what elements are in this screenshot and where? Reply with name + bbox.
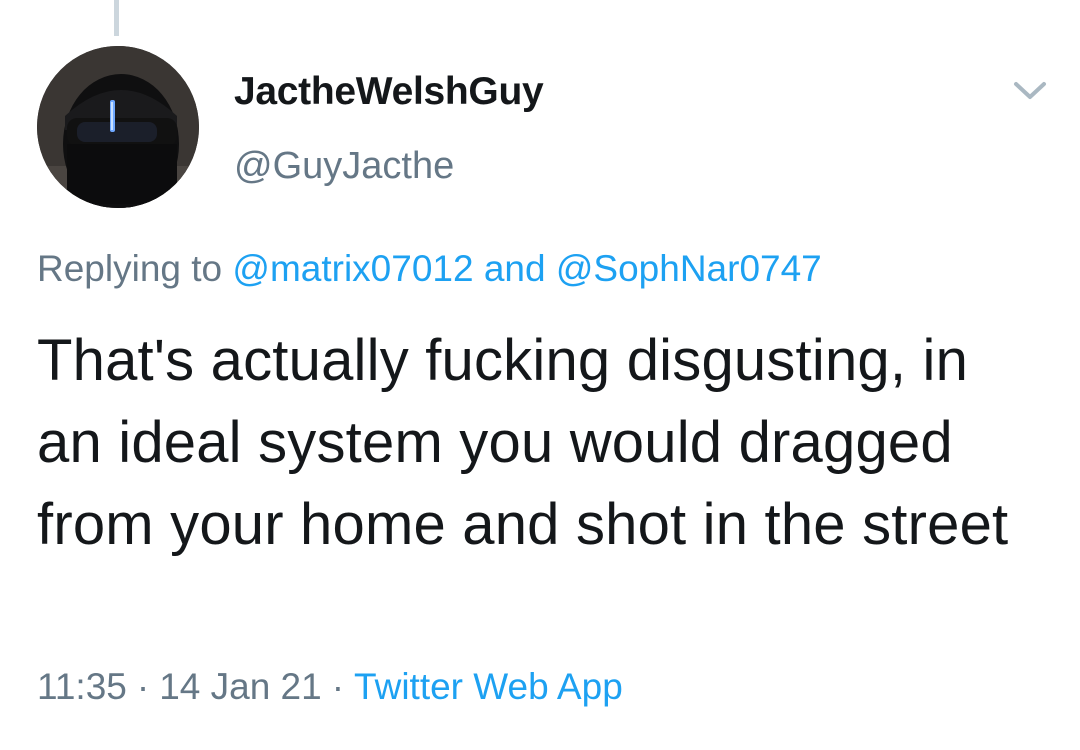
replying-to-label: Replying to [37,248,223,289]
user-handle[interactable]: @GuyJacthe [234,145,454,188]
mention-link-sophnar[interactable]: @SophNar0747 [556,248,822,289]
tweet-date[interactable]: 14 Jan 21 [159,666,322,707]
chevron-down-icon[interactable] [1010,78,1050,104]
tweet-time[interactable]: 11:35 [37,666,127,707]
thread-connector-line [114,0,119,36]
meta-separator: · [331,666,345,707]
avatar-image [37,46,199,208]
tweet-source-link[interactable]: Twitter Web App [354,666,623,707]
replying-to-line: Replying to @matrix07012 and @SophNar074… [37,248,822,290]
tweet-meta: 11:35 · 14 Jan 21 · Twitter Web App [37,666,623,708]
mention-link-matrix[interactable]: @matrix07012 [232,248,473,289]
tweet-text: That's actually fucking disgusting, in a… [37,328,1009,557]
replying-and-text: and [483,248,546,289]
avatar[interactable] [37,46,199,208]
display-name[interactable]: JactheWelshGuy [234,70,544,114]
meta-separator: · [136,666,150,707]
